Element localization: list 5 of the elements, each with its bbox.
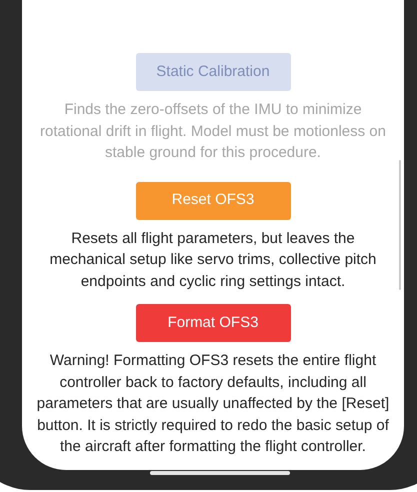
action-description: Resets all flight parameters, but leaves the mechanical setup like servo trims, collective pitch endpoints and cyclic ring settings intact. xyxy=(48,228,378,292)
action-button[interactable]: Format OFS3 xyxy=(136,304,290,342)
action-description: Warning! Formatting OFS3 resets the entire flight controller back to factory defaults, including all parameters that are usually unaffected by the [Reset] button. It is strictly required to redo the basic setup of the aircraft after formatting the flight controller. xyxy=(36,351,390,457)
action-description: Finds the zero-offsets of the IMU to minimize rotational drift in flight. Model must be motionless on stable ground for this procedure. xyxy=(38,100,387,163)
action-button[interactable]: Reset OFS3 xyxy=(136,182,290,220)
